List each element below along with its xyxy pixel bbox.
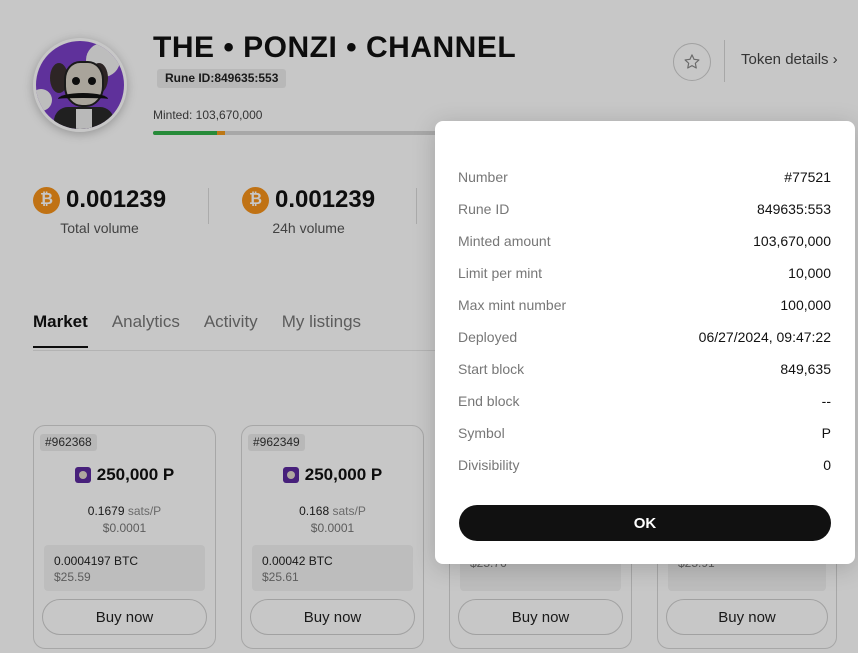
detail-value: 06/27/2024, 09:47:22 bbox=[698, 329, 831, 345]
detail-key: Number bbox=[458, 169, 508, 185]
detail-key: End block bbox=[458, 393, 520, 409]
detail-value: 10,000 bbox=[788, 265, 831, 281]
ok-button[interactable]: OK bbox=[459, 505, 831, 541]
detail-row-start-block: Start block 849,635 bbox=[458, 359, 831, 379]
detail-value: -- bbox=[821, 393, 831, 409]
detail-row-number: Number #77521 bbox=[458, 167, 831, 187]
detail-row-minted-amount: Minted amount 103,670,000 bbox=[458, 231, 831, 251]
detail-row-max-mint-number: Max mint number 100,000 bbox=[458, 295, 831, 315]
detail-row-symbol: Symbol P bbox=[458, 423, 831, 443]
detail-key: Symbol bbox=[458, 425, 505, 441]
detail-value: P bbox=[821, 425, 831, 441]
detail-row-end-block: End block -- bbox=[458, 391, 831, 411]
detail-value: 100,000 bbox=[780, 297, 831, 313]
detail-row-deployed: Deployed 06/27/2024, 09:47:22 bbox=[458, 327, 831, 347]
detail-value: 0 bbox=[823, 457, 831, 473]
detail-key: Minted amount bbox=[458, 233, 551, 249]
detail-key: Deployed bbox=[458, 329, 518, 345]
detail-row-rune-id: Rune ID 849635:553 bbox=[458, 199, 831, 219]
detail-row-limit-per-mint: Limit per mint 10,000 bbox=[458, 263, 831, 283]
detail-key: Start block bbox=[458, 361, 525, 377]
detail-value: 103,670,000 bbox=[753, 233, 831, 249]
detail-value: 849635:553 bbox=[757, 201, 831, 217]
token-details-modal: Number #77521 Rune ID 849635:553 Minted … bbox=[435, 121, 855, 564]
detail-value: 849,635 bbox=[780, 361, 831, 377]
detail-key: Rune ID bbox=[458, 201, 510, 217]
detail-row-divisibility: Divisibility 0 bbox=[458, 455, 831, 475]
detail-value: #77521 bbox=[784, 169, 831, 185]
detail-key: Max mint number bbox=[458, 297, 567, 313]
detail-key: Limit per mint bbox=[458, 265, 543, 281]
detail-key: Divisibility bbox=[458, 457, 520, 473]
